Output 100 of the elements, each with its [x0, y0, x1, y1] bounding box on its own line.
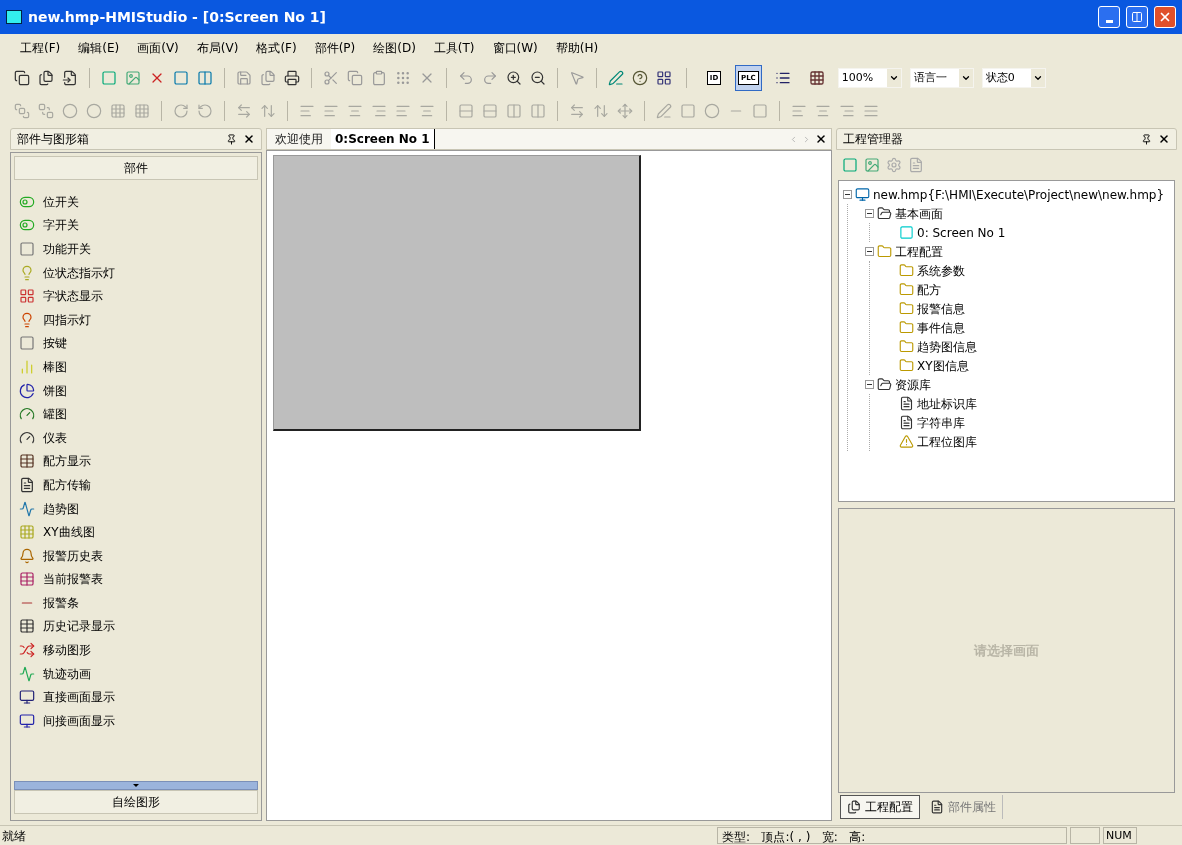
- picture-icon[interactable]: [864, 157, 880, 173]
- component-item[interactable]: 字状态显示: [43, 287, 103, 306]
- flip-icon[interactable]: [236, 103, 252, 119]
- dropdown[interactable]: 状态0: [981, 68, 1046, 88]
- menu-item[interactable]: 编辑(E): [78, 39, 120, 57]
- new-screen-icon[interactable]: [842, 157, 858, 173]
- send-back-icon[interactable]: [38, 103, 54, 119]
- square-icon[interactable]: [752, 103, 768, 119]
- menu-item[interactable]: 画面(V): [137, 39, 179, 57]
- component-item[interactable]: 仪表: [43, 428, 67, 447]
- tree-item[interactable]: 字符串库: [917, 413, 965, 432]
- redo-icon[interactable]: [482, 70, 498, 86]
- align-justify-icon[interactable]: [863, 103, 879, 119]
- tree-item[interactable]: 趋势图信息: [917, 337, 977, 356]
- windows-icon[interactable]: [197, 70, 213, 86]
- monitor-icon[interactable]: [855, 187, 870, 202]
- menu-item[interactable]: 工程(F): [20, 39, 61, 57]
- section-header[interactable]: 自绘图形: [14, 790, 258, 814]
- split-icon[interactable]: [506, 103, 522, 119]
- save-icon[interactable]: [236, 70, 252, 86]
- section-header[interactable]: 部件: [14, 156, 258, 180]
- lamp-icon[interactable]: [19, 311, 35, 328]
- table-icon[interactable]: [19, 618, 35, 635]
- minimize-button[interactable]: [1098, 6, 1120, 28]
- expander-button[interactable]: [865, 380, 874, 389]
- trend-icon[interactable]: [19, 500, 35, 517]
- align-center-icon[interactable]: [419, 103, 435, 119]
- panel-tab[interactable]: 部件属性: [924, 795, 1003, 819]
- document-icon[interactable]: [899, 415, 914, 430]
- pin-icon[interactable]: [226, 133, 237, 145]
- move-icon[interactable]: [617, 103, 633, 119]
- lightbulb-icon[interactable]: [19, 264, 35, 281]
- tree-item[interactable]: 地址标识库: [917, 394, 977, 413]
- component-item[interactable]: 趋势图: [43, 499, 79, 518]
- circle-icon[interactable]: [86, 103, 102, 119]
- component-item[interactable]: 报警历史表: [43, 546, 103, 565]
- panel-tab[interactable]: 工程配置: [840, 795, 920, 819]
- grid-icon[interactable]: [656, 70, 672, 86]
- component-item[interactable]: 直接画面显示: [43, 688, 115, 707]
- restore-button[interactable]: [1126, 6, 1148, 28]
- circle-icon[interactable]: [62, 103, 78, 119]
- tree-item[interactable]: 配方: [917, 280, 941, 299]
- folder-icon[interactable]: [899, 320, 914, 335]
- menu-item[interactable]: 帮助(H): [555, 39, 599, 57]
- close-button[interactable]: [1154, 6, 1176, 28]
- component-item[interactable]: 当前报警表: [43, 570, 103, 589]
- path-icon[interactable]: [19, 665, 35, 682]
- component-item[interactable]: 配方显示: [43, 452, 91, 471]
- square-icon[interactable]: [680, 103, 696, 119]
- folder-icon[interactable]: [899, 339, 914, 354]
- gear-icon[interactable]: [886, 157, 902, 173]
- component-item[interactable]: 饼图: [43, 381, 67, 400]
- rotate-icon[interactable]: [173, 103, 189, 119]
- tree-item[interactable]: 基本画面: [895, 204, 943, 223]
- component-item[interactable]: 配方传输: [43, 475, 91, 494]
- bell-icon[interactable]: [19, 547, 35, 564]
- pointer-icon[interactable]: [569, 70, 585, 86]
- split-icon[interactable]: [530, 103, 546, 119]
- table-icon[interactable]: [19, 453, 35, 470]
- pin-icon[interactable]: [1141, 133, 1152, 145]
- component-item[interactable]: 罐图: [43, 405, 67, 424]
- tree-item[interactable]: XY图信息: [917, 356, 969, 375]
- component-item[interactable]: 字开关: [43, 216, 79, 235]
- menu-item[interactable]: 格式(F): [256, 39, 297, 57]
- help-icon[interactable]: [632, 70, 648, 86]
- tree-item[interactable]: new.hmp{F:\HMI\Execute\Project\new\new.hmp}: [873, 185, 1165, 204]
- align-left-icon[interactable]: [395, 103, 411, 119]
- tree-item[interactable]: 系统参数: [917, 261, 965, 280]
- component-item[interactable]: 历史记录显示: [43, 617, 115, 636]
- screen-icon[interactable]: [19, 689, 35, 706]
- menu-item[interactable]: 工具(T): [433, 39, 475, 57]
- paste-icon[interactable]: [371, 70, 387, 86]
- tree-item[interactable]: 工程位图库: [917, 432, 977, 451]
- gauge-icon[interactable]: [19, 429, 35, 446]
- tree-item[interactable]: 工程配置: [895, 242, 943, 261]
- component-item[interactable]: 棒图: [43, 357, 67, 376]
- dropdown[interactable]: 语言一: [909, 68, 974, 88]
- folder-icon[interactable]: [899, 263, 914, 278]
- expander-button[interactable]: [843, 190, 852, 199]
- undo-icon[interactable]: [458, 70, 474, 86]
- copy-icon[interactable]: [14, 70, 30, 86]
- circle-icon[interactable]: [704, 103, 720, 119]
- flip-vertical-icon[interactable]: [260, 103, 276, 119]
- close-icon[interactable]: [1158, 133, 1170, 145]
- page-arrow-icon[interactable]: [62, 70, 78, 86]
- new-screen-icon[interactable]: [101, 70, 117, 86]
- menu-item[interactable]: 绘图(D): [373, 39, 416, 57]
- component-item[interactable]: 移动图形: [43, 641, 91, 660]
- picture-icon[interactable]: [125, 70, 141, 86]
- component-item[interactable]: 间接画面显示: [43, 711, 115, 730]
- close-icon[interactable]: [243, 133, 255, 145]
- bar-chart-icon[interactable]: [19, 358, 35, 375]
- height-icon[interactable]: [593, 103, 609, 119]
- tree-item[interactable]: 0: Screen No 1: [917, 223, 1006, 242]
- expander-button[interactable]: [865, 209, 874, 218]
- menu-item[interactable]: 窗口(W): [492, 39, 538, 57]
- stack-icon[interactable]: [458, 103, 474, 119]
- width-icon[interactable]: [569, 103, 585, 119]
- document-tab[interactable]: 0:Screen No 1: [331, 129, 435, 149]
- tree-item[interactable]: 报警信息: [917, 299, 965, 318]
